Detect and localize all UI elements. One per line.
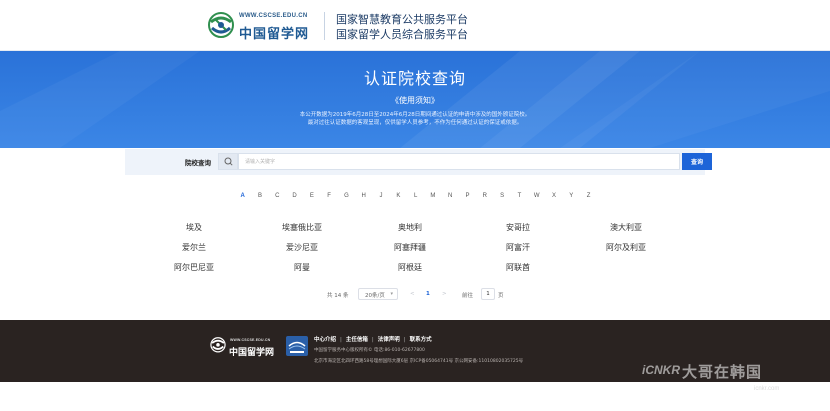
hero-banner: 认证院校查询 《使用须知》 本公开数据为2019年6月28日至2024年6月28… <box>0 51 830 148</box>
alphabet-letter-b[interactable]: B <box>251 193 268 203</box>
country-link[interactable]: 安哥拉 <box>464 222 572 233</box>
goto-suffix: 页 <box>498 293 504 299</box>
watermark-en: iCNKR <box>642 363 680 377</box>
site-logo[interactable]: WWW.CSCSE.EDU.CN 中国留学网 <box>206 10 318 44</box>
footer-link-separator: | <box>403 337 406 343</box>
alphabet-letter-k[interactable]: K <box>390 193 407 203</box>
logo-name: 中国留学网 <box>239 27 310 42</box>
footer-globe-icon <box>210 337 226 353</box>
alphabet-letter-w[interactable]: W <box>528 193 545 203</box>
country-link[interactable]: 埃塞俄比亚 <box>248 222 356 233</box>
country-list: 埃及 埃塞俄比亚 奥地利 安哥拉 澳大利亚爱尔兰 爱沙尼亚 阿塞拜疆 阿富汗 阿尔及利亚阿尔巴尼… <box>140 222 680 273</box>
hero-description-line-1: 本公开数据为2019年6月28日至2024年6月28日期间通过认证的申请中涉及的… <box>299 112 531 118</box>
alphabet-letter-m[interactable]: M <box>424 193 441 203</box>
watermark-url: icnkr.com <box>754 386 780 392</box>
country-link[interactable]: 爱尔兰 <box>140 242 248 253</box>
site-header: WWW.CSCSE.EDU.CN 中国留学网 国家智慧教育公共服务平台 国家留学… <box>0 0 830 51</box>
alphabet-filter: ABCDEFGHJKLMNPRSTWXYZ <box>234 193 597 203</box>
search-button[interactable]: 查询 <box>682 153 712 170</box>
platform-name-2[interactable]: 国家留学人员综合服务平台 <box>336 27 468 42</box>
footer-links: 中心介绍 | 主任信箱 | 法律声明 | 联系方式 <box>314 335 432 343</box>
country-link[interactable]: 阿曼 <box>248 262 356 273</box>
search-label: 院校查询 <box>185 159 211 167</box>
alphabet-letter-n[interactable]: N <box>442 193 459 203</box>
alphabet-letter-f[interactable]: F <box>320 193 337 203</box>
watermark-cn: 大哥在韩国 <box>682 363 763 381</box>
alphabet-letter-c[interactable]: C <box>269 193 286 203</box>
page-size-value: 20条/页 <box>365 293 385 299</box>
prev-page-button[interactable]: < <box>410 291 415 297</box>
country-link[interactable]: 爱沙尼亚 <box>248 242 356 253</box>
watermark: iCNKR 大哥在韩国 icnkr.com <box>640 358 820 406</box>
country-link[interactable]: 阿根廷 <box>356 262 464 273</box>
alphabet-letter-y[interactable]: Y <box>563 193 580 203</box>
country-link[interactable]: 奥地利 <box>356 222 464 233</box>
cscse-badge-icon <box>286 336 308 356</box>
alphabet-letter-x[interactable]: X <box>545 193 562 203</box>
platform-names: 国家智慧教育公共服务平台 国家留学人员综合服务平台 <box>336 12 468 42</box>
country-link[interactable]: 阿尔巴尼亚 <box>140 262 248 273</box>
pagination-total: 共 14 条 <box>327 293 349 299</box>
page-title: 认证院校查询 <box>363 69 466 88</box>
page-size-select[interactable]: 20条/页 ▾ <box>358 288 398 300</box>
footer-link-about[interactable]: 中心介绍 <box>314 337 336 343</box>
footer-logo[interactable]: WWW.CSCSE.EDU.CN 中国留学网 <box>209 336 281 360</box>
alphabet-letter-l[interactable]: L <box>407 193 424 203</box>
alphabet-letter-t[interactable]: T <box>511 193 528 203</box>
country-link[interactable]: 澳大利亚 <box>572 222 680 233</box>
goto-page-input[interactable]: 1 <box>481 288 495 300</box>
alphabet-letter-e[interactable]: E <box>303 193 320 203</box>
alphabet-letter-g[interactable]: G <box>338 193 355 203</box>
header-divider <box>324 12 325 40</box>
alphabet-letter-a[interactable]: A <box>234 193 251 203</box>
footer-logo-name: 中国留学网 <box>229 348 275 358</box>
platform-name-1[interactable]: 国家智慧教育公共服务平台 <box>336 12 468 27</box>
search-bar: 院校查询 查询 <box>125 149 712 175</box>
alphabet-letter-z[interactable]: Z <box>580 193 597 203</box>
next-page-button[interactable]: > <box>442 291 447 297</box>
current-page[interactable]: 1 <box>426 291 430 297</box>
footer-address: 北京市海淀区北四环西路58号理想国际大厦6层 京ICP备05064741号 京公… <box>314 359 524 364</box>
usage-notice-link[interactable]: 《使用须知》 <box>0 95 830 106</box>
country-link[interactable]: 阿尔及利亚 <box>572 242 680 253</box>
country-link[interactable]: 埃及 <box>140 222 248 233</box>
chevron-down-icon: ▾ <box>390 291 393 297</box>
hero-description: 本公开数据为2019年6月28日至2024年6月28日期间通过认证的申请中涉及的… <box>0 111 830 127</box>
country-link[interactable]: 阿联酋 <box>464 262 572 273</box>
footer-copyright: 中国留学服务中心版权所有© 电话:86-010-62677800 <box>314 348 425 353</box>
search-icon <box>218 153 238 170</box>
globe-logo-icon <box>208 12 234 38</box>
alphabet-letter-h[interactable]: H <box>355 193 372 203</box>
alphabet-letter-s[interactable]: S <box>493 193 510 203</box>
footer-link-separator: | <box>371 337 374 343</box>
alphabet-letter-d[interactable]: D <box>286 193 303 203</box>
footer-link-contact[interactable]: 联系方式 <box>410 337 432 343</box>
alphabet-letter-r[interactable]: R <box>476 193 493 203</box>
country-link[interactable]: 阿塞拜疆 <box>356 242 464 253</box>
footer-link-mailbox[interactable]: 主任信箱 <box>346 337 368 343</box>
search-input[interactable] <box>238 153 680 170</box>
hero-description-line-2: 最对过往认证数据的客观呈现，仅供留学人员参考，不作为任何通过认证的保证或依据。 <box>307 120 523 126</box>
alphabet-letter-p[interactable]: P <box>459 193 476 203</box>
footer-link-legal[interactable]: 法律声明 <box>378 337 400 343</box>
footer-logo-domain: WWW.CSCSE.EDU.CN <box>230 338 271 342</box>
goto-prefix: 前往 <box>462 293 474 299</box>
alphabet-letter-j[interactable]: J <box>372 193 389 203</box>
footer-link-separator: | <box>340 337 342 343</box>
logo-domain: WWW.CSCSE.EDU.CN <box>239 13 308 19</box>
country-link[interactable]: 阿富汗 <box>464 242 572 253</box>
search-box: 查询 <box>218 153 712 170</box>
